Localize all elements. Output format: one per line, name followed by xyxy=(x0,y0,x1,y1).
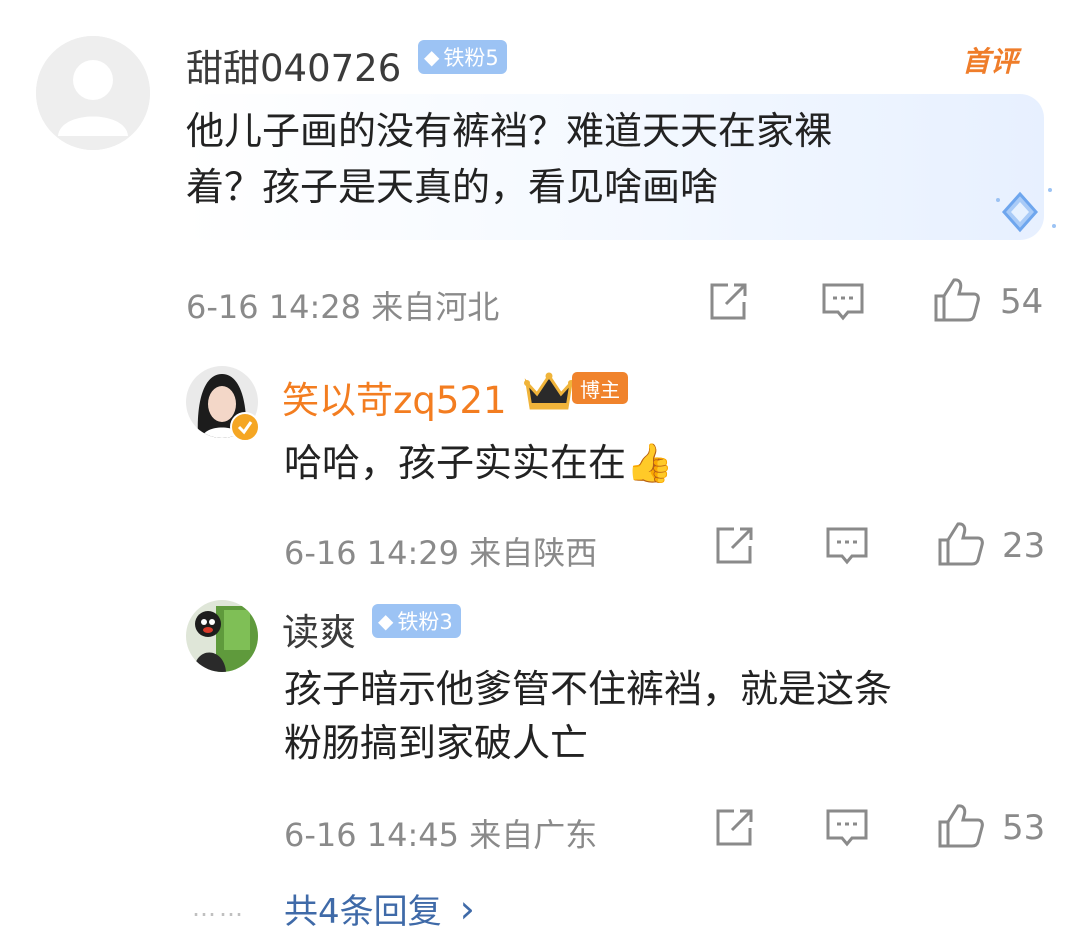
comment-meta: 6-16 14:28 来自河北 xyxy=(186,288,500,326)
fan-badge[interactable]: ◆ 铁粉3 xyxy=(372,604,461,638)
avatar[interactable] xyxy=(186,600,258,672)
reply-meta: 6-16 14:29 来自陕西 xyxy=(284,534,598,572)
diamond-icon: ◆ xyxy=(378,609,394,633)
like-icon[interactable] xyxy=(932,276,982,324)
reply-text-line-2: 粉肠搞到家破人亡 xyxy=(284,721,589,765)
diamond-icon: ◆ xyxy=(424,45,440,69)
reply-meta: 6-16 14:45 来自广东 xyxy=(284,816,598,854)
share-icon[interactable] xyxy=(712,806,756,850)
share-icon[interactable] xyxy=(706,280,750,324)
reply-username[interactable]: 笑以苛zq521 xyxy=(282,370,507,424)
fan-badge[interactable]: ◆ 铁粉5 xyxy=(418,40,507,74)
chevron-right-icon: › xyxy=(459,886,475,931)
avatar-placeholder-icon xyxy=(36,36,150,150)
more-replies-label: 共4条回复 xyxy=(284,892,442,932)
comment-username[interactable]: 甜甜040726 xyxy=(186,38,401,92)
like-count: 53 xyxy=(1002,808,1046,848)
diamond-icon xyxy=(996,188,1056,233)
avatar[interactable] xyxy=(36,36,150,150)
blogger-badge: 博主 xyxy=(572,372,628,404)
like-icon[interactable] xyxy=(936,802,986,850)
first-comment-label: 首评 xyxy=(962,45,1019,78)
like-count: 23 xyxy=(1002,526,1046,566)
like-icon[interactable] xyxy=(936,520,986,568)
share-icon[interactable] xyxy=(712,524,756,568)
crown-icon xyxy=(522,370,576,416)
comment-icon[interactable] xyxy=(820,280,866,324)
like-count: 54 xyxy=(1000,282,1044,322)
fan-badge-label: 铁粉5 xyxy=(443,46,499,70)
reply-text-line-1: 哈哈，孩子实实在在👍 xyxy=(284,441,674,485)
comment-text-line-1: 他儿子画的没有裤裆？难道天天在家裸 xyxy=(186,109,833,153)
comment-text-line-2: 着？孩子是天真的，看见啥画啥 xyxy=(186,165,719,209)
fan-badge-label: 铁粉3 xyxy=(397,610,453,634)
reply-username[interactable]: 读爽 xyxy=(282,602,356,656)
comment-icon[interactable] xyxy=(824,524,870,568)
reply-text-line-1: 孩子暗示他爹管不住裤裆，就是这条 xyxy=(284,667,893,711)
comment-icon[interactable] xyxy=(824,806,870,850)
verified-icon xyxy=(230,412,260,442)
more-replies-dots: …… xyxy=(192,894,246,922)
more-replies-link[interactable]: 共4条回复 › xyxy=(284,884,475,933)
